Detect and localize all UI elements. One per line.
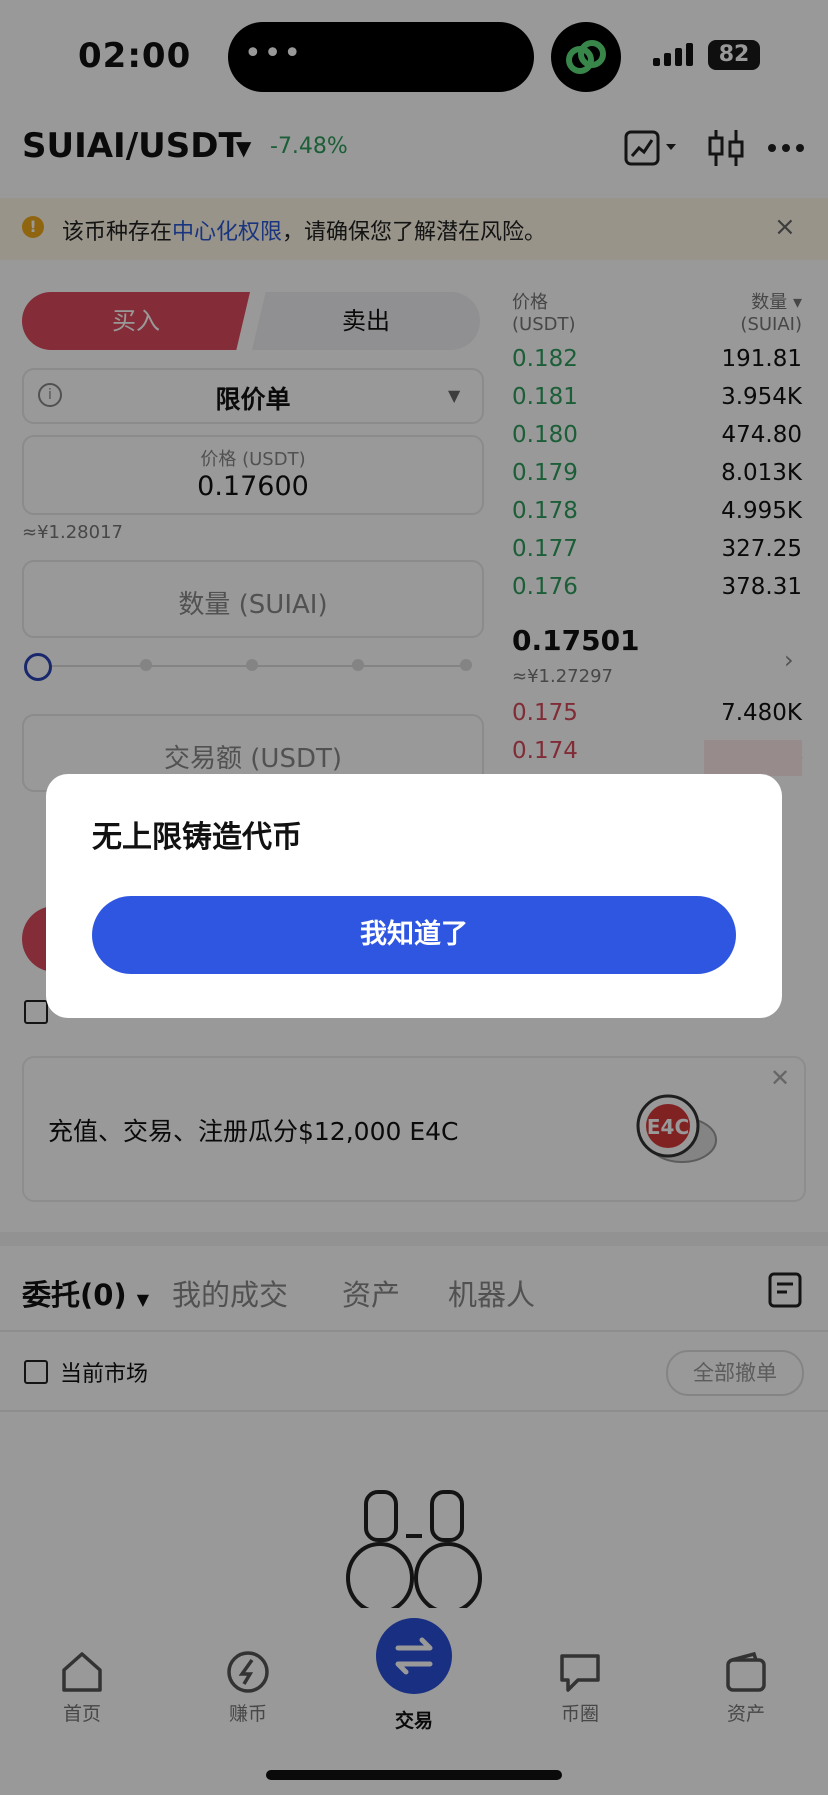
alert-dialog: 无上限铸造代币 我知道了	[46, 774, 782, 1018]
acknowledge-button[interactable]: 我知道了	[92, 896, 736, 974]
dialog-title: 无上限铸造代币	[92, 820, 302, 855]
